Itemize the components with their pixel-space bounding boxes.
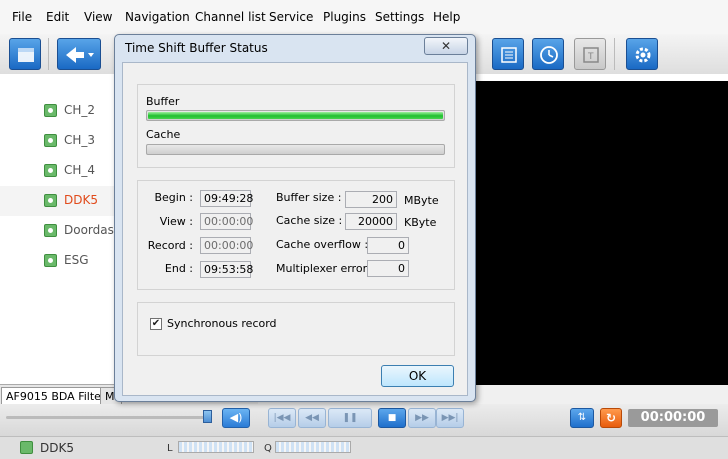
rewind-icon: ◀◀ bbox=[305, 413, 319, 423]
view-field: 00:00:00 bbox=[200, 213, 253, 230]
sync-record-label: Synchronous record bbox=[167, 317, 277, 330]
channel-label: ESG bbox=[64, 253, 89, 267]
begin-label: Begin : bbox=[154, 191, 193, 204]
menu-file[interactable]: File bbox=[12, 10, 32, 24]
view-label: View : bbox=[159, 215, 193, 228]
sync-record-checkbox[interactable]: ✔ bbox=[150, 318, 162, 330]
menu-channel-list[interactable]: Channel list bbox=[195, 10, 266, 24]
channel-icon bbox=[44, 224, 57, 237]
begin-field: 09:49:28 bbox=[200, 190, 253, 207]
record-field: 00:00:00 bbox=[200, 237, 253, 254]
status-bar bbox=[0, 436, 728, 459]
equalizer-button[interactable]: ⇅ bbox=[570, 408, 594, 428]
pause-icon: ❚❚ bbox=[342, 413, 358, 423]
cache-size-unit: KByte bbox=[404, 216, 437, 229]
channel-icon bbox=[44, 164, 57, 177]
close-icon: ✕ bbox=[440, 39, 452, 53]
settings-button[interactable] bbox=[626, 38, 658, 70]
cache-size-field: 20000 bbox=[345, 213, 397, 230]
dialog-title: Time Shift Buffer Status bbox=[125, 41, 268, 55]
forward-icon: ▶▶ bbox=[415, 413, 429, 423]
menu-bar: File Edit View Navigation Channel list S… bbox=[0, 0, 728, 34]
mux-errors-label: Multiplexer errors bbox=[276, 262, 373, 275]
list-icon bbox=[501, 47, 517, 63]
cache-label: Cache bbox=[146, 128, 181, 141]
svg-text:T: T bbox=[587, 52, 594, 62]
status-channel: DDK5 bbox=[40, 441, 74, 455]
epg-list-button[interactable] bbox=[492, 38, 524, 70]
menu-help[interactable]: Help bbox=[433, 10, 460, 24]
buffer-size-label: Buffer size : bbox=[276, 191, 342, 204]
channel-label: DDK5 bbox=[64, 193, 98, 207]
channel-label: CH_2 bbox=[64, 103, 96, 117]
teletext-button[interactable]: T bbox=[574, 38, 606, 70]
cache-size-label: Cache size : bbox=[276, 214, 343, 227]
quality-meter bbox=[275, 441, 351, 453]
channel-icon bbox=[44, 194, 57, 207]
menu-edit[interactable]: Edit bbox=[46, 10, 69, 24]
toolbar-separator bbox=[614, 38, 615, 70]
buffer-group bbox=[137, 84, 455, 168]
pause-button[interactable]: ❚❚ bbox=[328, 408, 372, 428]
buffer-progress bbox=[146, 110, 445, 121]
ok-button[interactable]: OK bbox=[381, 365, 454, 387]
menu-navigation[interactable]: Navigation bbox=[125, 10, 190, 24]
level-meter bbox=[178, 441, 254, 453]
end-label: End : bbox=[164, 262, 193, 275]
gear-icon bbox=[635, 47, 651, 63]
end-field: 09:53:58 bbox=[200, 261, 253, 278]
skip-start-button[interactable]: |◀◀ bbox=[268, 408, 296, 428]
channel-icon bbox=[44, 254, 57, 267]
buffer-size-field: 200 bbox=[345, 191, 397, 208]
quality-label: Q bbox=[264, 443, 272, 454]
forward-button[interactable]: ▶▶ bbox=[408, 408, 436, 428]
arrow-left-icon bbox=[66, 47, 94, 63]
channel-icon bbox=[20, 441, 33, 454]
teletext-icon: T bbox=[583, 47, 599, 63]
buffer-label: Buffer bbox=[146, 95, 180, 108]
channel-label: CH_4 bbox=[64, 163, 96, 177]
video-display[interactable] bbox=[474, 81, 728, 385]
record-label: Record : bbox=[147, 239, 193, 252]
position-slider[interactable] bbox=[6, 416, 206, 419]
dialog-close-button[interactable]: ✕ bbox=[424, 37, 468, 55]
checkmark-icon: ✔ bbox=[151, 318, 161, 329]
window-icon bbox=[18, 48, 34, 62]
skip-back-icon: |◀◀ bbox=[273, 413, 291, 423]
level-label: L bbox=[167, 443, 173, 454]
channel-label: CH_3 bbox=[64, 133, 96, 147]
stop-icon: ■ bbox=[387, 413, 397, 423]
equalizer-icon: ⇅ bbox=[577, 412, 587, 423]
menu-service[interactable]: Service bbox=[269, 10, 313, 24]
volume-button[interactable]: ◀) bbox=[222, 408, 250, 428]
speaker-icon: ◀) bbox=[229, 411, 243, 424]
clock-icon bbox=[540, 46, 558, 64]
buffer-size-unit: MByte bbox=[404, 194, 439, 207]
cache-overflow-field: 0 bbox=[367, 237, 409, 254]
cache-overflow-label: Cache overflow : bbox=[276, 238, 369, 251]
channel-icon bbox=[44, 134, 57, 147]
timer-button[interactable] bbox=[532, 38, 564, 70]
mux-errors-field: 0 bbox=[367, 260, 409, 277]
skip-end-button[interactable]: ▶▶| bbox=[436, 408, 464, 428]
menu-view[interactable]: View bbox=[84, 10, 112, 24]
stop-button[interactable]: ■ bbox=[378, 408, 406, 428]
playback-time: 00:00:00 bbox=[628, 409, 718, 427]
buffer-progress-fill bbox=[148, 112, 443, 119]
slider-thumb[interactable] bbox=[203, 410, 212, 423]
back-button[interactable] bbox=[57, 38, 101, 70]
channel-list-button[interactable] bbox=[9, 38, 41, 70]
toolbar-separator bbox=[48, 38, 49, 70]
timeshift-button[interactable]: ↻ bbox=[600, 408, 622, 428]
rewind-button[interactable]: ◀◀ bbox=[298, 408, 326, 428]
menu-plugins[interactable]: Plugins bbox=[323, 10, 366, 24]
channel-icon bbox=[44, 104, 57, 117]
refresh-icon: ↻ bbox=[605, 411, 617, 425]
skip-forward-icon: ▶▶| bbox=[441, 413, 459, 423]
cache-progress bbox=[146, 144, 445, 155]
menu-settings[interactable]: Settings bbox=[375, 10, 424, 24]
